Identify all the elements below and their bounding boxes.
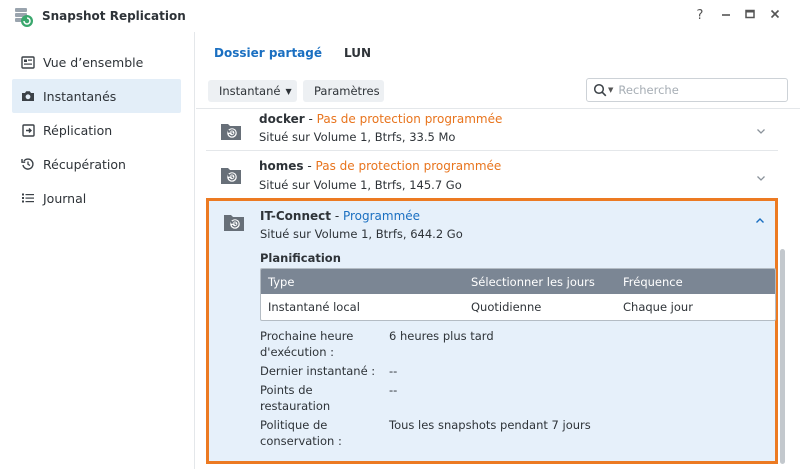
log-list-icon	[21, 191, 35, 205]
folder-name-line: docker - Pas de protection programmée	[259, 112, 502, 126]
schedule-table: Type Sélectionner les jours Fréquence In…	[260, 268, 776, 321]
folder-location: Situé sur Volume 1, Btrfs, 145.7 Go	[259, 178, 462, 192]
sidebar-item-snapshots[interactable]: Instantanés	[12, 79, 181, 113]
camera-icon	[21, 89, 35, 103]
protection-status: Pas de protection programmée	[315, 159, 502, 173]
retention-value: Tous les snapshots pendant 7 jours	[389, 418, 591, 432]
schedule-title: Planification	[260, 251, 341, 265]
folder-location: Situé sur Volume 1, Btrfs, 33.5 Mo	[259, 130, 456, 144]
sidebar-item-overview[interactable]: Vue d’ensemble	[12, 45, 181, 79]
list-item-docker[interactable]: docker - Pas de protection programmée Si…	[206, 109, 778, 151]
chevron-down-icon[interactable]	[756, 125, 766, 135]
close-button[interactable]	[767, 8, 783, 25]
list-item-it-connect-expanded[interactable]: IT-Connect - Programmée Situé sur Volume…	[206, 198, 778, 464]
search-box[interactable]: ▼	[586, 78, 788, 102]
cell-type: Instantané local	[268, 300, 360, 314]
restore-points-label-line2: :	[260, 399, 264, 413]
sidebar-item-replication[interactable]: Réplication	[12, 113, 181, 147]
column-header-type: Type	[268, 275, 295, 289]
snapshot-replication-app-icon	[12, 6, 34, 28]
folder-name: homes	[259, 159, 304, 173]
cell-frequency: Chaque jour	[623, 300, 693, 314]
chevron-down-icon[interactable]	[756, 172, 766, 182]
shared-folder-snapshot-icon	[220, 121, 242, 144]
next-run-value: 6 heures plus tard	[389, 329, 494, 343]
shared-folder-snapshot-icon	[220, 165, 242, 188]
help-button[interactable]: ?	[692, 8, 708, 24]
name-separator: -	[304, 112, 317, 126]
name-separator: -	[331, 209, 343, 223]
sidebar-item-log[interactable]: Journal	[12, 181, 181, 215]
folder-name-line: IT-Connect - Programmée	[260, 209, 420, 223]
sidebar: Vue d’ensemble Instantanés Réplication R…	[0, 32, 195, 469]
folder-name-line: homes - Pas de protection programmée	[259, 159, 501, 173]
maximize-button[interactable]	[742, 8, 758, 25]
tab-shared-folder[interactable]: Dossier partagé	[214, 46, 322, 66]
table-row[interactable]: Instantané local Quotidienne Chaque jour	[261, 294, 775, 320]
tab-lun[interactable]: LUN	[344, 46, 371, 66]
table-header-row: Type Sélectionner les jours Fréquence	[261, 269, 775, 294]
toolbar: Instantané ▼ Paramètres ▼	[208, 78, 788, 102]
name-separator: -	[303, 159, 316, 173]
window-title: Snapshot Replication	[42, 9, 186, 23]
folder-name: IT-Connect	[260, 209, 331, 223]
column-header-days: Sélectionner les jours	[471, 275, 595, 289]
overview-icon	[21, 55, 35, 69]
search-icon[interactable]	[593, 83, 607, 97]
search-input[interactable]	[618, 83, 769, 97]
shared-folder-snapshot-icon	[223, 212, 245, 235]
search-options-caret-icon[interactable]: ▼	[608, 86, 613, 94]
protection-status: Pas de protection programmée	[316, 112, 503, 126]
sidebar-item-label: Journal	[43, 190, 87, 206]
sidebar-item-label: Vue d’ensemble	[43, 54, 144, 70]
list-scrollbar[interactable]	[780, 249, 785, 464]
minimize-button[interactable]	[718, 8, 734, 25]
replication-icon	[21, 123, 35, 137]
cell-days: Quotidienne	[471, 300, 542, 314]
next-run-label-line2: d'exécution :	[260, 345, 335, 359]
restore-points-value: --	[389, 383, 398, 397]
protection-status: Programmée	[342, 209, 421, 223]
snapshot-menu-button[interactable]: Instantané ▼	[208, 80, 297, 102]
column-header-frequency: Fréquence	[623, 275, 683, 289]
tab-bar: Dossier partagé LUN	[214, 46, 393, 66]
recovery-icon	[21, 157, 35, 171]
last-snapshot-label: Dernier instantané :	[260, 364, 376, 378]
folder-name: docker	[259, 112, 305, 126]
chevron-up-icon[interactable]	[755, 215, 765, 229]
sidebar-item-label: Réplication	[43, 122, 113, 138]
last-snapshot-value: --	[389, 364, 398, 378]
list-item-homes[interactable]: homes - Pas de protection programmée Sit…	[206, 151, 778, 199]
settings-button[interactable]: Paramètres	[303, 80, 384, 102]
main-panel: Dossier partagé LUN Instantané ▼ Paramèt…	[196, 32, 800, 469]
retention-label-line2: conservation :	[260, 434, 342, 448]
sidebar-item-recovery[interactable]: Récupération	[12, 147, 181, 181]
sidebar-item-label: Récupération	[43, 156, 126, 172]
folder-location: Situé sur Volume 1, Btrfs, 644.2 Go	[260, 227, 463, 241]
next-run-label-line1: Prochaine heure	[260, 329, 354, 343]
caret-down-icon: ▼	[285, 86, 292, 96]
title-bar: Snapshot Replication ?	[0, 0, 800, 32]
retention-label-line1: Politique de	[260, 418, 328, 432]
snapshot-button-label: Instantané	[219, 84, 281, 98]
sidebar-item-label: Instantanés	[43, 88, 117, 104]
